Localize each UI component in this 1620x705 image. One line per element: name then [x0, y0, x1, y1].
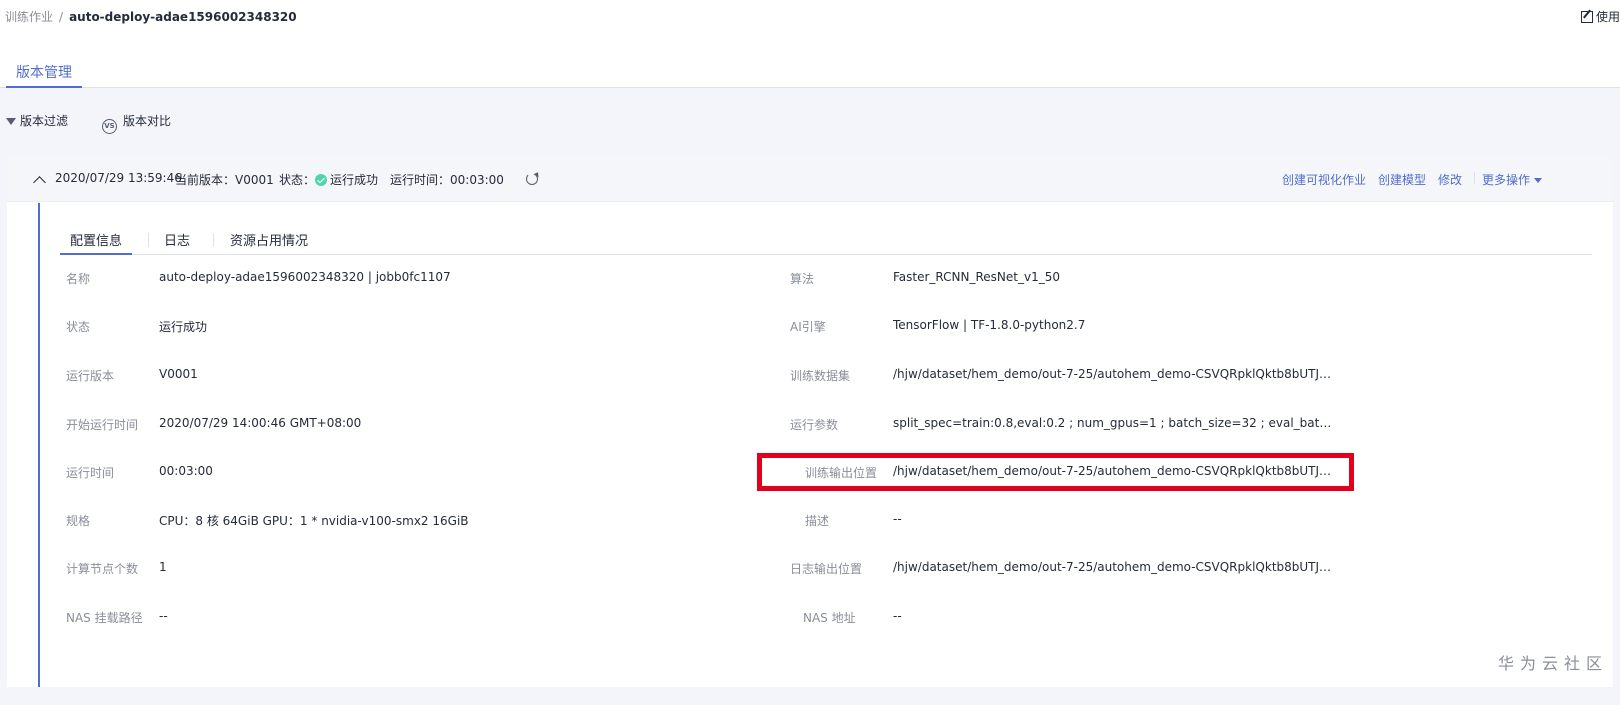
version-filter-button[interactable]: 版本过滤	[6, 112, 68, 129]
tab-logs[interactable]: 日志	[164, 230, 190, 255]
field-value-node-count: 1	[159, 560, 167, 574]
field-label-nas-path: NAS 挂载路径	[66, 611, 143, 625]
field-value-spec: CPU：8 核 64GiB GPU：1 * nvidia-v100-smx2 1…	[159, 514, 469, 528]
usage-guide-link[interactable]: 使用	[1580, 8, 1620, 25]
status-value: 运行成功	[330, 173, 379, 187]
field-label-run-params: 运行参数	[790, 418, 839, 432]
version-detail: 配置信息 日志 资源占用情况 名称 auto-deploy-adae159600…	[38, 203, 1613, 687]
field-value-name: auto-deploy-adae1596002348320 | jobb0fc1…	[159, 270, 451, 284]
create-visualization-button[interactable]: 创建可视化作业	[1282, 171, 1366, 188]
version-header: 2020/07/29 13:59:46 当前版本：V0001 状态： 运行成功 运…	[7, 157, 1613, 202]
field-label-algorithm: 算法	[790, 272, 815, 286]
field-label-name: 名称	[66, 272, 91, 286]
version-filter-label: 版本过滤	[20, 114, 69, 128]
field-value-runtime: 00:03:00	[159, 464, 213, 478]
field-label-spec: 规格	[66, 514, 91, 528]
field-label-status: 状态	[66, 320, 91, 334]
field-value-nas-path: --	[159, 609, 168, 623]
runtime-label: 运行时间：	[390, 173, 451, 187]
field-label-run-version: 运行版本	[66, 369, 115, 383]
breadcrumb: 训练作业 / auto-deploy-adae1596002348320	[5, 8, 297, 25]
more-actions-label: 更多操作	[1482, 173, 1531, 187]
action-divider	[1474, 172, 1475, 184]
field-label-ai-engine: AI引擎	[790, 320, 826, 334]
field-value-run-params: split_spec=train:0.8,eval:0.2 ; num_gpus…	[893, 416, 1333, 430]
field-label-description: 描述	[805, 514, 830, 528]
field-value-log-output[interactable]: /hjw/dataset/hem_demo/out-7-25/autohem_d…	[893, 560, 1333, 574]
check-circle-icon	[315, 174, 328, 186]
filter-icon	[6, 118, 16, 125]
version-card: 2020/07/29 13:59:46 当前版本：V0001 状态： 运行成功 运…	[7, 157, 1613, 687]
edit-button[interactable]: 修改	[1438, 171, 1462, 188]
detail-tabs: 配置信息 日志 资源占用情况	[60, 225, 1592, 255]
version-runtime: 运行时间：00:03:00	[390, 171, 504, 188]
tab-version-management[interactable]: 版本管理	[6, 62, 82, 88]
field-label-start-time: 开始运行时间	[66, 418, 139, 432]
tab-bar: 版本管理	[0, 32, 1620, 88]
caret-down-icon	[1534, 178, 1543, 183]
runtime-value: 00:03:00	[450, 173, 504, 187]
field-value-description: --	[893, 512, 902, 526]
top-bar: 训练作业 / auto-deploy-adae1596002348320 使用	[0, 0, 1620, 32]
field-label-log-output: 日志输出位置	[790, 562, 863, 576]
tab-divider	[148, 233, 149, 247]
version-timestamp: 2020/07/29 13:59:46	[55, 171, 182, 185]
watermark: 华为云社区	[1497, 654, 1608, 673]
tab-divider	[213, 233, 214, 247]
breadcrumb-parent-link[interactable]: 训练作业	[5, 10, 53, 24]
current-version: 当前版本：V0001	[175, 173, 274, 187]
highlight-box	[757, 453, 1354, 491]
field-value-ai-engine: TensorFlow | TF-1.8.0-python2.7	[893, 318, 1086, 332]
version-status: 状态： 运行成功	[279, 171, 378, 188]
field-label-runtime: 运行时间	[66, 466, 115, 480]
field-value-algorithm: Faster_RCNN_ResNet_v1_50	[893, 270, 1061, 284]
field-value-training-dataset[interactable]: /hjw/dataset/hem_demo/out-7-25/autohem_d…	[893, 367, 1333, 381]
refresh-icon[interactable]	[526, 173, 538, 185]
version-compare-label: 版本对比	[123, 114, 172, 128]
breadcrumb-separator: /	[59, 10, 64, 24]
version-compare-button[interactable]: VS 版本对比	[102, 112, 171, 134]
field-value-run-version: V0001	[159, 367, 198, 381]
field-value-start-time: 2020/07/29 14:00:46 GMT+08:00	[159, 416, 362, 430]
field-label-nas-address: NAS 地址	[803, 611, 856, 625]
field-value-nas-address: --	[893, 609, 902, 623]
field-label-node-count: 计算节点个数	[66, 562, 139, 576]
edit-icon	[1580, 11, 1593, 23]
chevron-up-icon[interactable]	[29, 169, 49, 189]
status-label: 状态：	[279, 173, 316, 187]
usage-guide-label: 使用	[1595, 10, 1620, 24]
vs-icon: VS	[102, 119, 117, 134]
create-model-button[interactable]: 创建模型	[1378, 171, 1426, 188]
field-label-training-dataset: 训练数据集	[790, 369, 851, 383]
field-value-status: 运行成功	[159, 320, 208, 334]
tab-resource-usage[interactable]: 资源占用情况	[230, 230, 308, 255]
breadcrumb-current: auto-deploy-adae1596002348320	[69, 10, 297, 24]
more-actions-button[interactable]: 更多操作	[1482, 171, 1543, 188]
tab-config-info[interactable]: 配置信息	[60, 230, 133, 255]
